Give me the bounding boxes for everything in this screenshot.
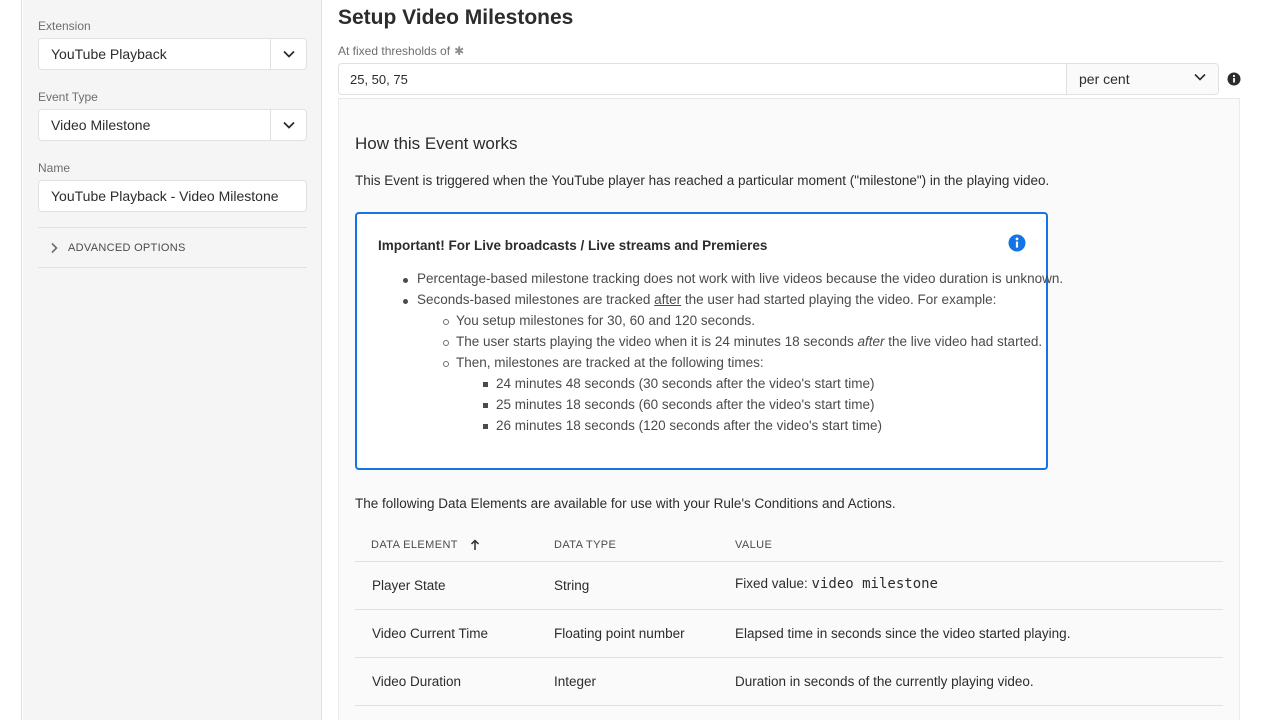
cell-value: Elapsed time in seconds since the video … <box>735 626 1071 641</box>
chevron-down-icon <box>1194 73 1206 81</box>
callout-time-3: 26 minutes 18 seconds (120 seconds after… <box>496 418 883 433</box>
callout-time-1: 24 minutes 48 seconds (30 seconds after … <box>496 376 875 391</box>
cell-type: Integer <box>554 674 597 689</box>
advanced-options-toggle[interactable]: ADVANCED OPTIONS <box>38 227 307 268</box>
thresholds-label: At fixed thresholds of ✱ <box>338 44 464 58</box>
cell-type: String <box>554 578 590 593</box>
table-row: Video Duration Integer Duration in secon… <box>355 658 1223 706</box>
info-icon[interactable] <box>1227 72 1241 91</box>
left-gutter <box>0 0 22 720</box>
sub-bullet-icon <box>443 361 449 367</box>
s2-post: the live video had started. <box>884 334 1043 349</box>
b2-pre: Seconds-based milestones are tracked <box>417 292 655 307</box>
arrow-up-icon <box>470 539 480 551</box>
s2-pre: The user starts playing the video when i… <box>456 334 858 349</box>
table-row: Player State String Fixed value: video m… <box>355 562 1223 610</box>
chevron-down-icon[interactable] <box>270 110 306 140</box>
event-type-select[interactable]: Video Milestone <box>38 109 307 141</box>
cell-type: Floating point number <box>554 626 685 641</box>
name-label: Name <box>38 161 71 175</box>
extension-label: Extension <box>38 19 91 33</box>
advanced-options-label: ADVANCED OPTIONS <box>68 241 186 254</box>
cell-element: Video Current Time <box>372 626 489 641</box>
value-code: video milestone <box>811 576 938 592</box>
callout-bullet-2: Seconds-based milestones are tracked aft… <box>417 292 996 307</box>
cell-value: Duration in seconds of the currently pla… <box>735 674 1034 689</box>
cell-element: Video Duration <box>372 674 462 689</box>
sidebar: Extension YouTube Playback Event Type Vi… <box>23 0 322 720</box>
event-info-panel: How this Event works This Event is trigg… <box>338 98 1240 720</box>
column-header-data-type[interactable]: DATA TYPE <box>554 539 616 551</box>
available-data-elements-text: The following Data Elements are availabl… <box>355 496 896 511</box>
table-row: Video Current Time Floating point number… <box>355 610 1223 658</box>
event-type-value: Video Milestone <box>51 117 151 133</box>
callout-sub-2: The user starts playing the video when i… <box>456 334 1042 349</box>
b2-underline: after <box>654 292 682 307</box>
chevron-right-icon <box>50 242 58 254</box>
how-description: This Event is triggered when the YouTube… <box>355 173 1050 188</box>
name-input[interactable]: YouTube Playback - Video Milestone <box>38 180 307 212</box>
sub-bullet-icon <box>443 340 449 346</box>
square-bullet-icon <box>483 382 488 387</box>
chevron-down-icon[interactable] <box>270 39 306 69</box>
square-bullet-icon <box>483 403 488 408</box>
square-bullet-icon <box>483 424 488 429</box>
b2-post: the user had started playing the video. … <box>681 292 997 307</box>
bullet-icon <box>403 278 408 283</box>
required-asterisk-icon: ✱ <box>454 44 465 58</box>
header-label: DATA ELEMENT <box>371 539 458 551</box>
column-header-value[interactable]: VALUE <box>735 539 772 551</box>
callout-sub-3: Then, milestones are tracked at the foll… <box>456 355 764 370</box>
thresholds-input[interactable]: 25, 50, 75 <box>338 63 1067 95</box>
thresholds-label-text: At fixed thresholds of <box>338 44 451 58</box>
s2-italic: after <box>857 334 885 349</box>
sub-bullet-icon <box>443 319 449 325</box>
important-callout: Important! For Live broadcasts / Live st… <box>355 212 1063 470</box>
how-title: How this Event works <box>355 134 518 153</box>
cell-element: Player State <box>372 578 446 593</box>
callout-time-2: 25 minutes 18 seconds (60 seconds after … <box>496 397 875 412</box>
bullet-icon <box>403 299 408 304</box>
event-type-label: Event Type <box>38 90 98 104</box>
extension-select[interactable]: YouTube Playback <box>38 38 307 70</box>
value-prefix: Fixed value: <box>735 576 812 591</box>
callout-bullet-1: Percentage-based milestone tracking does… <box>417 271 1064 286</box>
callout-title: Important! For Live broadcasts / Live st… <box>378 238 768 253</box>
callout-sub-1: You setup milestones for 30, 60 and 120 … <box>456 313 755 328</box>
main-content: Setup Video Milestones At fixed threshol… <box>338 0 1280 720</box>
cell-value: Fixed value: video milestone <box>735 576 938 592</box>
extension-value: YouTube Playback <box>51 46 167 62</box>
unit-value: per cent <box>1079 71 1130 87</box>
column-header-data-element[interactable]: DATA ELEMENT <box>371 539 480 551</box>
unit-select[interactable]: per cent <box>1066 63 1219 95</box>
info-icon <box>1008 234 1026 257</box>
page-title: Setup Video Milestones <box>338 6 574 29</box>
table-header-row: DATA ELEMENT DATA TYPE VALUE <box>355 527 1223 562</box>
